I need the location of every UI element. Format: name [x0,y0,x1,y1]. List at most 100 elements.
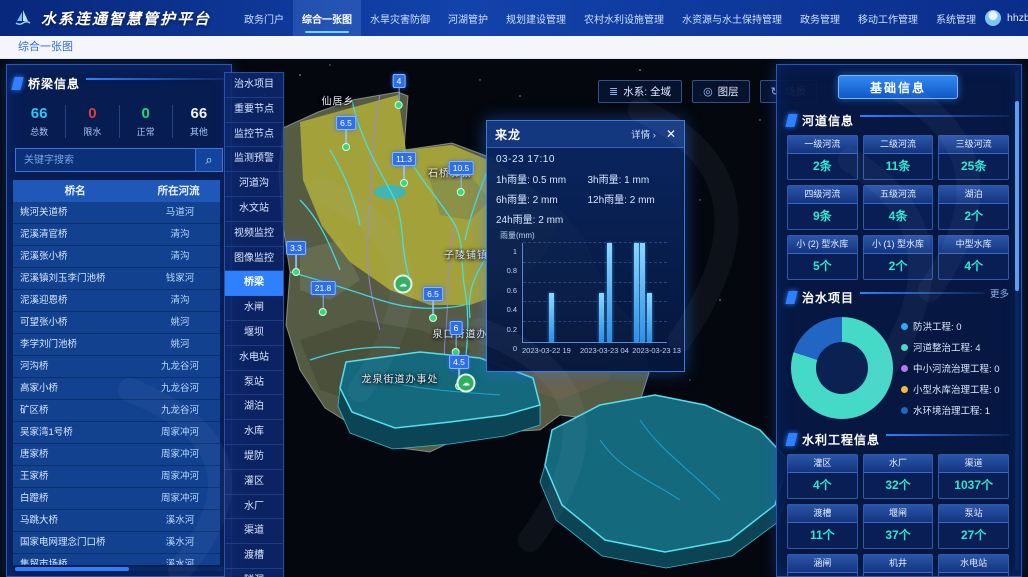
table-row[interactable]: 泥溪镇刘玉李门池桥钱家河 [13,268,220,290]
water-level-marker[interactable]: 6.5 [423,287,443,322]
table-row[interactable]: 姚河关道桥马道河 [13,202,220,224]
table-row[interactable]: 泥溪迎恩桥清沟 [13,290,220,312]
water-level-marker[interactable]: 21.8 [311,281,336,316]
panel-scrollbar[interactable] [1015,71,1019,570]
water-level-marker[interactable]: 11.3 [392,152,416,187]
close-icon[interactable]: ✕ [666,127,676,141]
water-level-marker[interactable]: 6 [450,321,463,356]
layer-item-13[interactable]: 泵站 [225,371,283,396]
map-control-2[interactable]: ◎图层 [692,80,750,103]
layer-item-4[interactable]: 监测预警 [225,147,283,172]
section-accent [785,433,797,446]
layer-item-14[interactable]: 湖泊 [225,395,283,420]
marker-stem [432,301,434,314]
marker-value: 4 [393,74,406,88]
table-row[interactable]: 白蹬桥周家冲河 [13,488,220,510]
river-cell: 周家冲河 [140,488,220,509]
water-level-marker[interactable]: 3.3 [286,241,306,276]
layer-item-7[interactable]: 视频监控 [225,222,283,247]
map-control-label: 水系: 全域 [623,84,671,99]
rain-bar [549,293,554,343]
bridge-stat: 66总数 [13,105,66,138]
marker-dot [292,268,300,276]
layer-item-20[interactable]: 渡槽 [225,544,283,569]
water-level-marker[interactable]: 4 [393,74,406,109]
nav-item-10[interactable]: 系统管理 [927,0,985,36]
rain-metric: 12h雨量: 2 mm [588,191,676,206]
search-icon[interactable]: ⌕ [196,148,223,172]
table-row[interactable]: 河沟桥九龙谷河 [13,356,220,378]
table-row[interactable]: 王家桥周家冲河 [13,466,220,488]
station-icon[interactable]: ☁ [394,275,413,294]
river-cell: 九龙谷河 [140,378,220,399]
legend-item: 防洪工程: 0 [901,319,1000,333]
table-row[interactable]: 可望张小桥姚河 [13,312,220,334]
water-level-marker[interactable]: 10.5 [449,161,474,196]
x-tick-label: 2023-03-23 13 [632,346,681,355]
table-row[interactable]: 泥溪张小桥清沟 [13,246,220,268]
layer-item-2[interactable]: 重要节点 [225,98,283,123]
marker-dot [429,314,437,322]
layer-item-21[interactable]: 隧洞 [225,569,283,577]
bridge-name-cell: 矿区桥 [13,400,140,421]
layer-item-12[interactable]: 水电站 [225,346,283,371]
section-accent [785,114,797,127]
map-control-1[interactable]: ≣水系: 全域 [598,80,682,103]
card-value: 11个 [788,523,857,548]
main-area: 仙居乡石桥驿镇子陵铺镇泉口街道办龙泉街道办事处46.511.310.53.321… [0,58,1028,577]
table-row[interactable]: 马跳大桥溪水河 [13,510,220,532]
river-card: 五级河流4条 [863,185,934,230]
nav-item-7[interactable]: 水资源与水土保持管理 [673,0,791,36]
nav-item-1[interactable]: 政务门户 [235,0,293,36]
stat-label: 限水 [66,125,118,138]
station-icon[interactable]: ☁ [457,374,476,393]
water-level-marker[interactable]: 6.5 [336,116,356,151]
more-link[interactable]: 更多 [990,286,1009,300]
layer-item-17[interactable]: 灌区 [225,470,283,495]
layer-item-10[interactable]: 水闸 [225,296,283,321]
card-label: 灌区 [788,455,857,473]
river-cell: 清沟 [140,246,220,267]
layer-item-8[interactable]: 图像监控 [225,247,283,272]
chart-plot [522,243,667,343]
nav-item-3[interactable]: 水旱灾害防御 [361,0,439,36]
table-row[interactable]: 矿区桥九龙谷河 [13,400,220,422]
layer-item-3[interactable]: 监控节点 [225,123,283,148]
layer-item-15[interactable]: 水库 [225,420,283,445]
layer-item-9[interactable]: 桥梁 [225,271,283,296]
basic-info-tab[interactable]: 基础信息 [838,75,958,99]
marker-value: 10.5 [449,161,474,175]
nav-item-6[interactable]: 农村水利设施管理 [575,0,673,36]
card-value: 47个 [788,573,857,577]
nav-item-5[interactable]: 规划建设管理 [497,0,575,36]
table-row[interactable]: 泥溪清官桥清沟 [13,224,220,246]
layer-item-1[interactable]: 治水项目 [225,73,283,98]
table-row[interactable]: 高家小桥九龙谷河 [13,378,220,400]
nav-item-4[interactable]: 河湖管护 [439,0,497,36]
table-row[interactable]: 唐家桥周家冲河 [13,444,220,466]
detail-link[interactable]: 详情 › [631,127,656,141]
card-label: 水厂 [864,455,933,473]
table-row[interactable]: 李学刘门池桥姚河 [13,334,220,356]
layer-item-6[interactable]: 水文站 [225,197,283,222]
layer-item-18[interactable]: 水厂 [225,495,283,520]
bridge-name-cell: 泥溪张小桥 [13,246,140,267]
breadcrumb-item[interactable]: 综合一张图 [18,41,73,53]
nav-item-9[interactable]: 移动工作管理 [849,0,927,36]
layer-item-5[interactable]: 河道沟 [225,172,283,197]
project-chart: 防洪工程: 0河道整治工程: 4中小河流治理工程: 0小型水库治理工程: 0水环… [787,312,1009,424]
table-row[interactable]: 国家电网理念门口桥溪水河 [13,532,220,554]
table-header: 桥名所在河流 [13,180,220,202]
nav-item-2[interactable]: 综合一张图 [293,0,361,36]
layer-item-16[interactable]: 堤防 [225,445,283,470]
table-row[interactable]: 集贸市场桥溪水河 [13,554,220,565]
layer-item-19[interactable]: 渠道 [225,519,283,544]
layer-item-11[interactable]: 堰坝 [225,321,283,346]
rain-metrics: 1h雨量: 0.5 mm3h雨量: 1 mm6h雨量: 2 mm12h雨量: 2… [496,171,675,226]
search-input[interactable] [15,148,196,172]
table-row[interactable]: 吴家湾1号桥周家冲河 [13,422,220,444]
nav-item-8[interactable]: 政务管理 [791,0,849,36]
bridge-panel-title: 桥梁信息 [28,75,80,92]
horizontal-scrollbar[interactable] [15,567,223,571]
user-menu[interactable]: hhzb42080201 ⌄ [985,10,1028,26]
